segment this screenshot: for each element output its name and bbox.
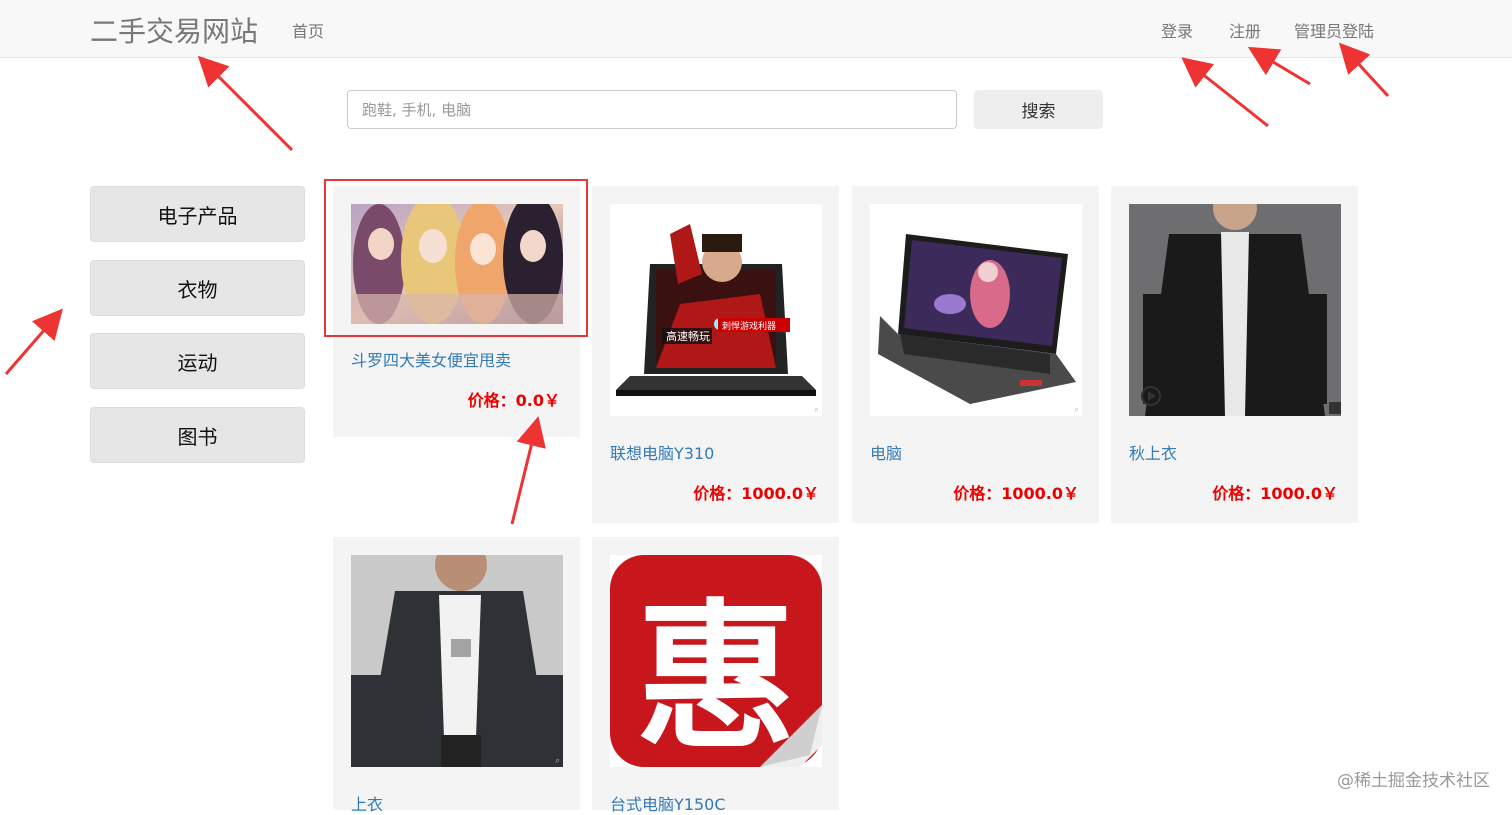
product-price: 价格：1000.0￥: [953, 484, 1079, 503]
nav-register-link[interactable]: 注册: [1229, 18, 1261, 42]
product-title[interactable]: 电脑: [870, 440, 902, 464]
nav-login-link[interactable]: 登录: [1161, 18, 1193, 42]
watermark: @稀土掘金技术社区: [1337, 771, 1490, 791]
category-clothing-button[interactable]: 衣物: [90, 260, 305, 316]
site-brand[interactable]: 二手交易网站: [90, 10, 258, 50]
search-button[interactable]: 搜索: [974, 90, 1103, 129]
product-card[interactable]: 秋上衣 价格：1000.0￥: [1111, 186, 1358, 523]
arrow-to-categories: [4, 308, 63, 375]
product-price: 价格：1000.0￥: [693, 484, 819, 503]
nav-admin-login-link[interactable]: 管理员登陆: [1294, 18, 1374, 42]
nav-home-link[interactable]: 首页: [292, 18, 324, 42]
black-jacket-image: [1129, 204, 1341, 416]
product-title[interactable]: 台式电脑Y150C: [610, 791, 726, 815]
product-card[interactable]: 惠 台式电脑Y150C: [592, 537, 839, 814]
category-sports-button[interactable]: 运动: [90, 333, 305, 389]
product-title[interactable]: 秋上衣: [1129, 440, 1177, 464]
zoom-icon: ⌕: [814, 405, 819, 415]
hui-logo-image: 惠: [610, 555, 822, 767]
product-image[interactable]: 高速畅玩 刺悍游戏利器 ⌕: [610, 204, 822, 416]
product-title[interactable]: 上衣: [351, 791, 383, 815]
jacket-image: ⌕: [351, 555, 563, 767]
product-image[interactable]: 惠: [610, 555, 822, 767]
product-title[interactable]: 联想电脑Y310: [610, 440, 714, 464]
arrow-to-brand: [197, 55, 294, 152]
search-input[interactable]: [347, 90, 957, 129]
product-image[interactable]: [1129, 204, 1341, 416]
product-price: 价格：1000.0￥: [1212, 484, 1338, 503]
laptop-image: ⌕: [870, 204, 1082, 416]
product-card[interactable]: ⌕ 电脑 价格：1000.0￥: [852, 186, 1099, 523]
laptop-image: 高速畅玩 刺悍游戏利器 ⌕: [610, 204, 822, 416]
highlight-box: [324, 179, 588, 337]
product-image[interactable]: ⌕: [351, 555, 563, 767]
product-title[interactable]: 斗罗四大美女便宜甩卖: [351, 347, 511, 371]
product-image[interactable]: ⌕: [870, 204, 1082, 416]
category-electronics-button[interactable]: 电子产品: [90, 186, 305, 242]
arrow-to-login: [1181, 57, 1269, 128]
product-card[interactable]: 高速畅玩 刺悍游戏利器 ⌕ 联想电脑Y310 价格：1000.0￥: [592, 186, 839, 523]
laptop-banner-line1: 高速畅玩: [666, 329, 710, 343]
laptop-banner-line2: 刺悍游戏利器: [722, 320, 776, 332]
product-card[interactable]: ⌕ 上衣: [333, 537, 580, 814]
product-price: 价格：0.0￥: [467, 391, 560, 410]
navbar: 二手交易网站 首页 登录 注册 管理员登陆: [0, 0, 1512, 58]
arrow-to-price: [510, 416, 546, 525]
zoom-icon: ⌕: [555, 756, 560, 766]
hui-char: 惠: [636, 584, 796, 767]
category-books-button[interactable]: 图书: [90, 407, 305, 463]
zoom-icon: ⌕: [1074, 405, 1079, 415]
